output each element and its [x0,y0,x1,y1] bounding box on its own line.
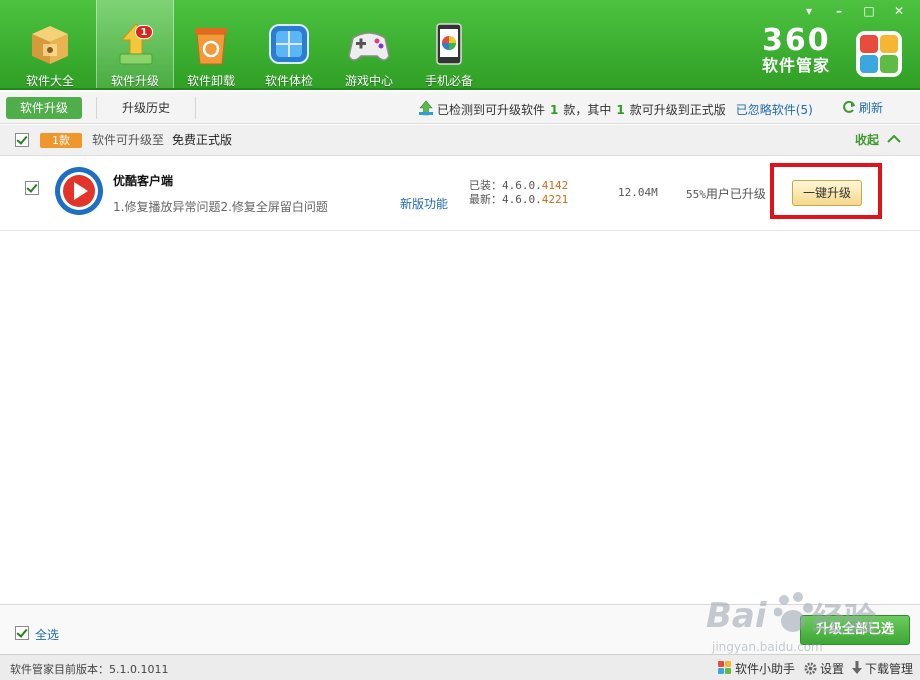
upgrade-arrow-icon [419,100,433,116]
helper-label: 软件小助手 [735,662,796,676]
nav-software-checkup[interactable]: 软件体检 [250,0,328,90]
upgrade-summary: 已检测到可升级软件 1 款，其中 1 款可升级到正式版 已忽略软件(5) [418,100,813,117]
gear-icon [804,662,817,675]
phone-icon [436,23,462,65]
minimize-icon[interactable]: – [830,4,848,18]
nav-label: 软件卸载 [186,74,235,88]
nav-label: 软件体检 [264,74,313,88]
box-icon [32,26,68,64]
latest-version-prefix: 4.6.0. [502,193,542,206]
maximize-icon[interactable]: □ [860,4,878,18]
installed-version-build: 4142 [541,179,569,192]
file-size: 12.04M [618,186,658,199]
tab-software-upgrade[interactable]: 软件升级 [6,97,82,119]
collapse-button[interactable]: 收起 [855,133,904,148]
collapse-label: 收起 [855,133,880,147]
tab-upgrade-history[interactable]: 升级历史 [96,97,196,119]
summary-mid: 款，其中 [563,103,612,117]
upgrade-all-selected-button[interactable]: 升级全部已选 [800,615,910,645]
version-info: 已装：4.6.0.4142 最新：4.6.0.4221 [469,179,568,207]
client-version: 软件管家目前版本：5.1.0.1011 [10,663,169,676]
app-description: 1.修复播放异常问题2.修复全屏留白问题 [113,200,328,214]
download-label: 下载管理 [865,662,914,676]
group-text: 软件可升级至 [92,133,165,147]
helper-icon [718,661,731,674]
nav-label: 手机必备 [424,74,473,88]
group-count-badge: 1款 [40,133,82,148]
checkup-icon [269,24,309,64]
installed-version-prefix: 4.6.0. [502,179,542,192]
one-click-upgrade-button[interactable]: 一键升级 [792,180,862,206]
nav-software-all[interactable]: 软件大全 [11,0,89,90]
sub-toolbar: 软件升级 升级历史 已检测到可升级软件 1 款，其中 1 款可升级到正式版 已忽略软件(5… [0,92,920,124]
gamepad-icon [348,32,390,61]
group-header: 1款 软件可升级至 免费正式版 收起 [0,125,920,156]
refresh-label: 刷新 [859,101,884,115]
summary-suffix: 款可升级到正式版 [629,103,726,117]
group-target: 免费正式版 [172,133,233,147]
brand-subtitle: 软件管家 [762,56,831,75]
summary-count-total: 1 [550,103,559,117]
users-upgraded-text: 用户已升级 [705,187,766,201]
top-header: ▾ – □ ✕ 软件大全 1 软件升级 软件卸载 软件体检 游戏中心 手机必备 … [0,0,920,90]
brand-name: 360 [762,23,831,58]
software-helper-link[interactable]: 软件小助手 [718,660,795,677]
brand-logo-icon [856,31,902,77]
close-icon[interactable]: ✕ [890,4,908,18]
installed-label: 已装： [469,179,502,192]
youku-play-icon [55,167,103,215]
summary-prefix: 已检测到可升级软件 [437,103,546,117]
latest-label: 最新： [469,193,502,206]
download-manager-link[interactable]: 下载管理 [852,660,913,677]
chevron-up-icon [887,134,901,143]
menu-icon[interactable]: ▾ [800,4,818,18]
select-all-checkbox[interactable] [15,626,29,640]
users-upgraded: 55%用户已升级 [686,185,766,202]
refresh-icon [843,100,855,113]
group-description: 软件可升级至 免费正式版 [92,133,232,148]
footer-action-bar: 全选 升级全部已选 [0,604,920,654]
users-upgraded-pct: 55% [686,188,706,201]
nav-game-center[interactable]: 游戏中心 [330,0,408,90]
summary-count-official: 1 [616,103,625,117]
row-checkbox[interactable] [25,181,39,195]
settings-link[interactable]: 设置 [804,660,844,677]
brand-logo-text: 360 软件管家 [762,26,831,76]
upgrade-count-badge: 1 [135,25,153,39]
nav-label: 游戏中心 [344,74,393,88]
recycle-bin-icon [195,28,227,65]
refresh-button[interactable]: 刷新 [842,100,883,116]
status-bar: 软件管家目前版本：5.1.0.1011 软件小助手 设置 下载管理 [0,654,920,680]
nav-software-upgrade[interactable]: 1 软件升级 [96,0,174,90]
app-name: 优酷客户端 [113,174,174,188]
nav-phone-essentials[interactable]: 手机必备 [410,0,488,90]
ignored-software-link[interactable]: 已忽略软件(5) [736,103,813,117]
nav-label: 软件大全 [25,74,74,88]
download-icon [852,661,862,674]
settings-label: 设置 [820,662,845,676]
new-features-link[interactable]: 新版功能 [400,195,448,212]
nav-label: 软件升级 [110,74,159,88]
group-checkbox[interactable] [15,133,29,147]
nav-software-uninstall[interactable]: 软件卸载 [172,0,250,90]
latest-version-build: 4221 [541,193,569,206]
select-all-label[interactable]: 全选 [35,626,59,643]
table-row: 优酷客户端 1.修复播放异常问题2.修复全屏留白问题 新版功能 已装：4.6.0… [0,157,920,231]
